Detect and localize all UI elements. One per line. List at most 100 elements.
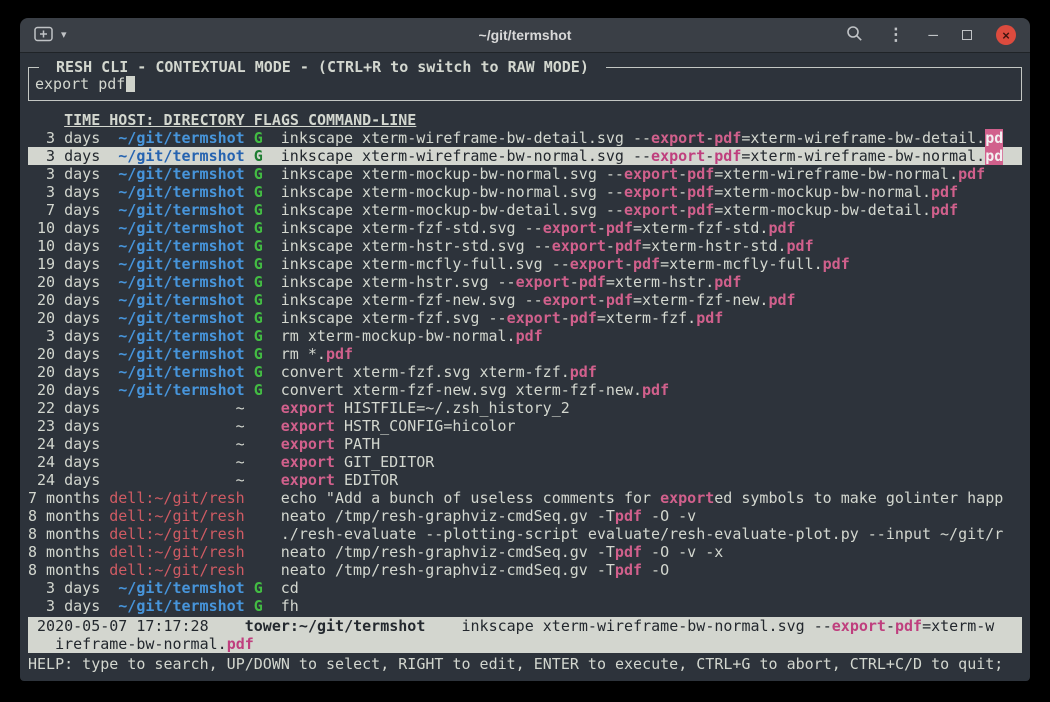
row-time: 24 days [28, 435, 100, 453]
plain-text: fh [281, 597, 299, 615]
history-row[interactable]: 3 days~/git/termshotGinkscape xterm-wire… [28, 129, 1022, 147]
row-time: 3 days [28, 165, 100, 183]
row-host-directory: ~/git/termshot [109, 147, 244, 165]
history-row[interactable]: 3 days~/git/termshotGfh [28, 597, 1022, 615]
minimize-icon[interactable]: – [928, 27, 938, 43]
history-row[interactable]: 8 monthsdell:~/git/reshneato /tmp/resh-g… [28, 561, 1022, 579]
history-row[interactable]: 3 days~/git/termshotGinkscape xterm-mock… [28, 165, 1022, 183]
row-flag [254, 399, 263, 417]
history-row[interactable]: 8 monthsdell:~/git/resh./resh-evaluate -… [28, 525, 1022, 543]
row-host-directory: ~/git/termshot [109, 129, 244, 147]
search-match-text: pdf [615, 561, 642, 579]
row-host-directory: dell:~/git/resh [109, 525, 244, 543]
row-command: export GIT_EDITOR [281, 453, 1022, 471]
history-row[interactable]: 20 days~/git/termshotGconvert xterm-fzf-… [28, 381, 1022, 399]
row-command: convert xterm-fzf.svg xterm-fzf.pdf [281, 363, 1022, 381]
history-row[interactable]: 3 days~/git/termshotGrm xterm-mockup-bw-… [28, 327, 1022, 345]
search-match-text: pdf [714, 129, 741, 147]
row-command: inkscape xterm-hstr-std.svg --export-pdf… [281, 237, 1022, 255]
plain-text: =xterm-hstr. [606, 273, 714, 291]
search-box[interactable]: RESH CLI - CONTEXTUAL MODE - (CTRL+R to … [28, 67, 1022, 101]
history-row[interactable]: 10 days~/git/termshotGinkscape xterm-fzf… [28, 219, 1022, 237]
row-command: ./resh-evaluate --plotting-script evalua… [281, 525, 1022, 543]
row-host-directory: ~/git/termshot [109, 309, 244, 327]
history-row[interactable]: 20 days~/git/termshotGinkscape xterm-hst… [28, 273, 1022, 291]
row-host-directory: dell:~/git/resh [109, 507, 244, 525]
plain-text: -O [642, 561, 669, 579]
plain-text: - [705, 147, 714, 165]
titlebar[interactable]: ▾ ~/git/termshot ⋮ – × [20, 18, 1030, 53]
text-cursor-block [126, 76, 135, 92]
history-row[interactable]: 24 days~export GIT_EDITOR [28, 453, 1022, 471]
history-row[interactable]: 20 days~/git/termshotGrm *.pdf [28, 345, 1022, 363]
plain-text: cd [281, 579, 299, 597]
search-match-text: pdf [326, 345, 353, 363]
row-command: inkscape xterm-fzf-std.svg --export-pdf=… [281, 219, 1022, 237]
row-time: 20 days [28, 273, 100, 291]
search-box-title: RESH CLI - CONTEXTUAL MODE - (CTRL+R to … [39, 58, 606, 76]
row-host-directory: ~/git/termshot [109, 201, 244, 219]
history-row[interactable]: 3 days~/git/termshotGinkscape xterm-mock… [28, 183, 1022, 201]
row-command: inkscape xterm-fzf-new.svg --export-pdf=… [281, 291, 1022, 309]
row-flag [254, 507, 263, 525]
plain-text: =xterm-mcfly-full. [660, 255, 823, 273]
row-time: 3 days [28, 327, 100, 345]
search-input[interactable]: export pdf [33, 75, 1017, 93]
history-row[interactable]: 20 days~/git/termshotGinkscape xterm-fzf… [28, 291, 1022, 309]
chevron-down-icon: ▾ [61, 30, 67, 41]
window-title: ~/git/termshot [479, 27, 572, 43]
plain-text: inkscape xterm-wireframe-bw-normal.svg -… [425, 617, 831, 635]
terminal-window: ▾ ~/git/termshot ⋮ – × RESH CLI - CONTEX… [20, 18, 1030, 681]
row-host-directory: ~ [109, 399, 244, 417]
plain-text: inkscape xterm-mockup-bw-normal.svg -- [281, 183, 624, 201]
history-row[interactable]: 24 days~export EDITOR [28, 471, 1022, 489]
history-row[interactable]: 7 monthsdell:~/git/reshecho "Add a bunch… [28, 489, 1022, 507]
row-time: 3 days [28, 183, 100, 201]
history-row[interactable]: 22 days~export HISTFILE=~/.zsh_history_2 [28, 399, 1022, 417]
plain-text: inkscape xterm-fzf-std.svg -- [281, 219, 543, 237]
search-match-text: pdf [787, 237, 814, 255]
search-match-text: pdf [768, 219, 795, 237]
history-row-selected[interactable]: 3 days~/git/termshotGinkscape xterm-wire… [28, 147, 1022, 165]
search-match-text: export [281, 453, 335, 471]
plain-text: =xterm-mockup-bw-detail. [714, 201, 931, 219]
search-match-text: export [281, 399, 335, 417]
row-time: 7 months [28, 489, 100, 507]
history-row[interactable]: 23 days~export HSTR_CONFIG=hicolor [28, 417, 1022, 435]
row-command: inkscape xterm-mockup-bw-normal.svg --ex… [281, 165, 1022, 183]
search-match-text: pdf [615, 507, 642, 525]
search-match-text: pdf [687, 165, 714, 183]
history-row[interactable]: 20 days~/git/termshotGinkscape xterm-fzf… [28, 309, 1022, 327]
history-row[interactable]: 19 days~/git/termshotGinkscape xterm-mcf… [28, 255, 1022, 273]
plain-text: - [606, 237, 615, 255]
status-bar: 2020-05-07 17:17:28 tower:~/git/termshot… [28, 617, 1022, 653]
row-command: fh [281, 597, 1022, 615]
history-row[interactable]: 8 monthsdell:~/git/reshneato /tmp/resh-g… [28, 507, 1022, 525]
plain-text: 2020-05-07 17:17:28 [28, 617, 245, 635]
plain-text: =xterm-hstr-std. [642, 237, 787, 255]
kebab-menu-icon[interactable]: ⋮ [887, 27, 904, 44]
search-match-text: pdf [931, 201, 958, 219]
history-row[interactable]: 24 days~export PATH [28, 435, 1022, 453]
search-match-text: pdf [570, 363, 597, 381]
help-line: HELP: type to search, UP/DOWN to select,… [28, 655, 1022, 673]
search-match-text: pdf [606, 219, 633, 237]
history-row[interactable]: 8 monthsdell:~/git/reshneato /tmp/resh-g… [28, 543, 1022, 561]
restore-icon[interactable] [962, 30, 972, 40]
search-icon[interactable] [846, 25, 863, 46]
plain-text: GIT_EDITOR [335, 453, 434, 471]
history-row[interactable]: 10 days~/git/termshotGinkscape xterm-hst… [28, 237, 1022, 255]
search-match-text: export [624, 201, 678, 219]
row-command: inkscape xterm-mockup-bw-detail.svg --ex… [281, 201, 1022, 219]
history-row[interactable]: 20 days~/git/termshotGconvert xterm-fzf.… [28, 363, 1022, 381]
close-button[interactable]: × [996, 25, 1016, 45]
plain-text: =xterm-mockup-bw-normal. [714, 183, 931, 201]
search-match-text: export [507, 309, 561, 327]
row-flag [254, 453, 263, 471]
history-row[interactable]: 3 days~/git/termshotGcd [28, 579, 1022, 597]
search-query-text: export pdf [35, 75, 125, 93]
row-host-directory: ~ [109, 435, 244, 453]
history-row[interactable]: 7 days~/git/termshotGinkscape xterm-mock… [28, 201, 1022, 219]
new-tab-button[interactable]: ▾ [34, 26, 67, 45]
row-command: echo "Add a bunch of useless comments fo… [281, 489, 1022, 507]
